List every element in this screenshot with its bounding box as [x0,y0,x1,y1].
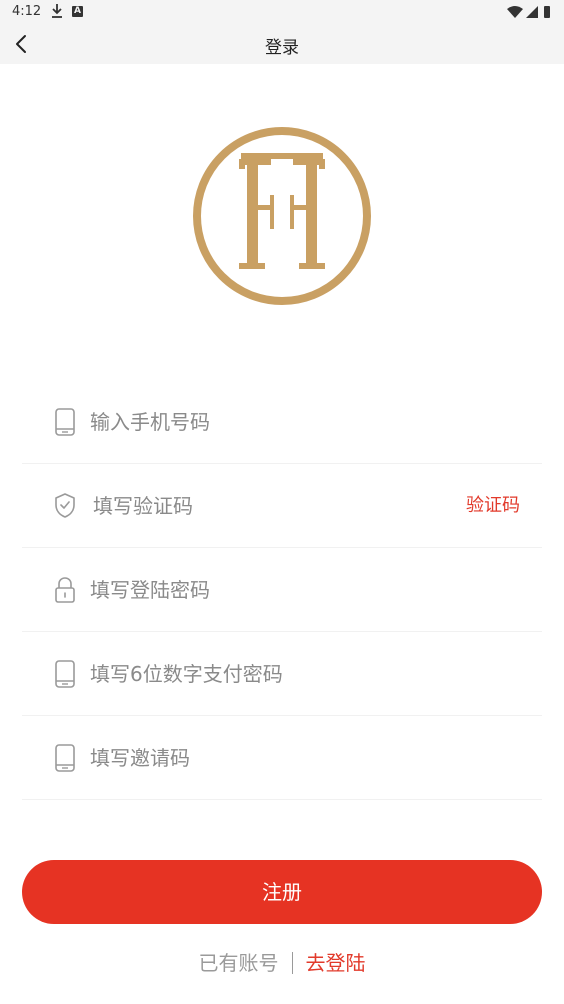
phone-icon [55,744,75,772]
verification-code-field[interactable]: 填写验证码 验证码 [22,464,542,548]
status-time: 4:12 [12,4,42,19]
get-code-button[interactable]: 验证码 [466,464,520,548]
login-prompt: 已有账号 去登陆 [0,948,564,978]
divider [291,952,293,974]
phone-icon [55,660,75,688]
pay-password-field[interactable]: 填写6位数字支付密码 [22,632,542,716]
app-notification-icon: A [72,6,83,17]
pay-password-input[interactable]: 填写6位数字支付密码 [90,632,283,716]
phone-field[interactable]: 输入手机号码 [22,380,542,464]
brand-logo [193,127,371,305]
phone-input[interactable]: 输入手机号码 [90,380,210,464]
have-account-text: 已有账号 [198,951,279,975]
register-button[interactable]: 注册 [22,860,542,924]
invite-code-field[interactable]: 填写邀请码 [22,716,542,800]
password-input[interactable]: 填写登陆密码 [90,548,210,632]
nav-bar: 登录 [0,24,564,64]
status-bar: 4:12 A [0,0,564,24]
download-icon [52,4,62,18]
invite-code-input[interactable]: 填写邀请码 [90,716,190,800]
signal-icon [526,6,538,18]
phone-icon [55,408,75,436]
shield-check-icon [55,493,75,518]
wifi-icon [507,6,523,18]
page-title: 登录 [265,38,299,58]
lock-icon [55,577,75,603]
system-status-icons [507,6,550,18]
password-field[interactable]: 填写登陆密码 [22,548,542,632]
verification-code-input[interactable]: 填写验证码 [93,464,193,548]
battery-icon [544,6,550,18]
go-login-link[interactable]: 去登陆 [306,951,366,975]
